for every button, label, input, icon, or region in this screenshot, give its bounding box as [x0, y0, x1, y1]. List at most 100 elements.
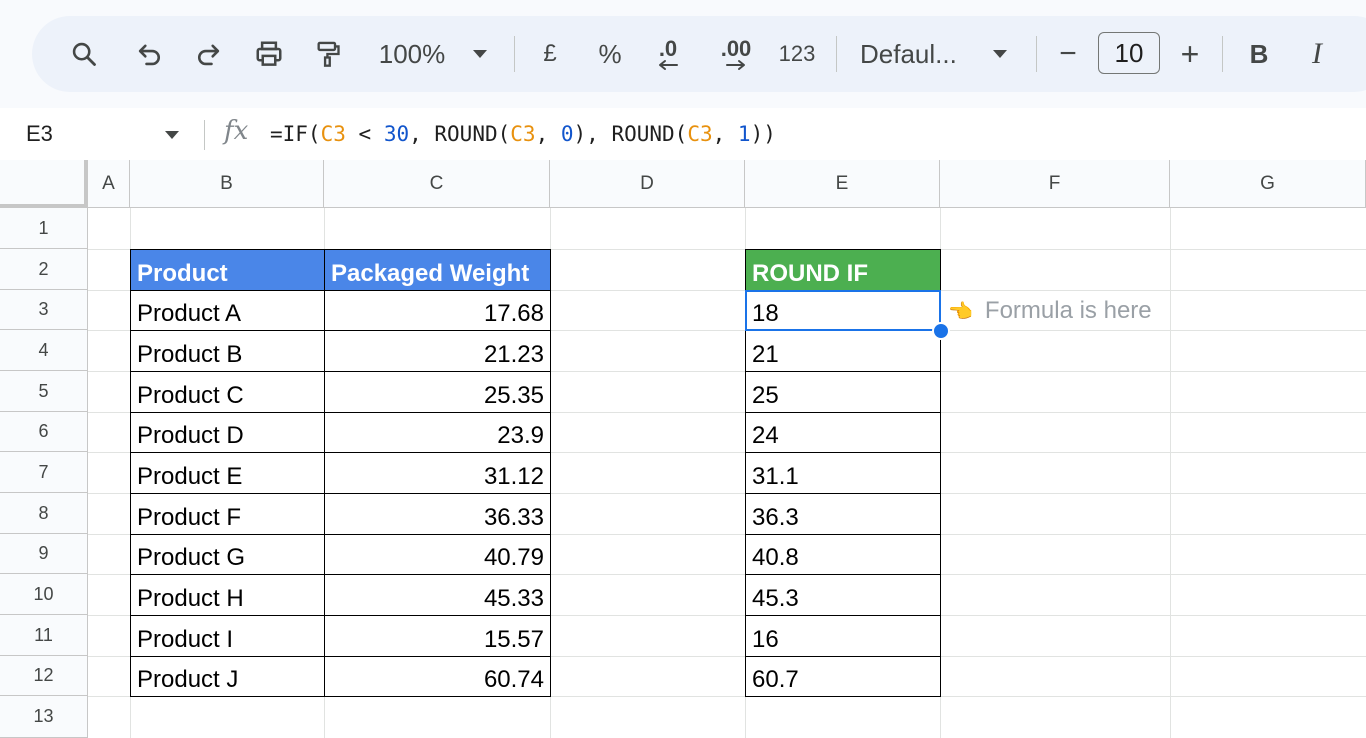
weight-cell[interactable]: 60.74: [324, 656, 551, 697]
rounded-cell[interactable]: 45.3: [745, 574, 941, 616]
rounded-cell[interactable]: 24: [745, 412, 941, 453]
undo-button[interactable]: [128, 16, 172, 92]
rounded-cell[interactable]: 60.7: [745, 656, 941, 697]
weight-cell[interactable]: 36.33: [324, 493, 551, 535]
formula-ref: C3: [510, 122, 536, 146]
product-cell[interactable]: Product D: [130, 412, 325, 453]
currency-label: £: [543, 40, 557, 67]
row-header-9[interactable]: 9: [0, 534, 88, 574]
row-header-5[interactable]: 5: [0, 371, 88, 412]
zoom-select[interactable]: 100%: [372, 16, 452, 92]
rounded-cell[interactable]: 31.1: [745, 452, 941, 494]
header-product[interactable]: Product: [130, 249, 325, 291]
formula-annotation: 👈 Formula is here: [948, 297, 1152, 325]
row-header-11[interactable]: 11: [0, 615, 88, 656]
weight-cell[interactable]: 23.9: [324, 412, 551, 453]
rounded-cell[interactable]: 36.3: [745, 493, 941, 535]
weight-cell[interactable]: 15.57: [324, 615, 551, 657]
minus-icon: −: [1059, 37, 1077, 70]
fill-handle[interactable]: [932, 322, 950, 340]
weight-cell[interactable]: 45.33: [324, 574, 551, 616]
rounded-cell[interactable]: 16: [745, 615, 941, 657]
product-cell[interactable]: Product I: [130, 615, 325, 657]
increase-decimal-label: .00: [720, 36, 752, 61]
font-size-input[interactable]: 10: [1098, 32, 1160, 74]
font-size-value: 10: [1114, 37, 1144, 68]
formula-text: )): [750, 122, 776, 146]
weight-cell[interactable]: 31.12: [324, 452, 551, 494]
column-header-g[interactable]: G: [1170, 160, 1366, 208]
column-header-b[interactable]: B: [130, 160, 324, 208]
caret-down-icon[interactable]: [164, 130, 180, 140]
formula-number: 1: [737, 122, 751, 146]
weight-cell[interactable]: 21.23: [324, 330, 551, 372]
column-header-d[interactable]: D: [550, 160, 745, 208]
bold-button[interactable]: B: [1242, 16, 1276, 92]
header-packaged-weight[interactable]: Packaged Weight: [324, 249, 551, 291]
toolbar-divider: [1222, 36, 1223, 72]
zoom-value: 100%: [378, 38, 446, 69]
row-header-8[interactable]: 8: [0, 493, 88, 534]
formula-number: 30: [383, 122, 410, 146]
zoom-dropdown[interactable]: [468, 16, 492, 92]
row-header-13[interactable]: 13: [0, 696, 88, 738]
product-cell[interactable]: Product F: [130, 493, 325, 535]
row-header-10[interactable]: 10: [0, 574, 88, 615]
toolbar-divider: [1036, 36, 1037, 72]
formula-ref: C3: [320, 122, 346, 146]
font-select[interactable]: Defaul...: [860, 16, 968, 92]
formula-input[interactable]: =IF(C3 < 30, ROUND(C3, 0), ROUND(C3, 1)): [270, 108, 776, 160]
paint-format-button[interactable]: [306, 16, 350, 92]
font-value: Defaul...: [860, 38, 957, 69]
row-header-4[interactable]: 4: [0, 330, 88, 371]
product-cell[interactable]: Product H: [130, 574, 325, 616]
column-header-e[interactable]: E: [745, 160, 940, 208]
row-header-3[interactable]: 3: [0, 290, 88, 330]
decrease-decimal-label: .0: [658, 36, 678, 61]
font-dropdown[interactable]: [988, 16, 1012, 92]
row-header-6[interactable]: 6: [0, 412, 88, 452]
italic-button[interactable]: I: [1300, 16, 1334, 92]
more-formats-button[interactable]: 123: [772, 16, 822, 92]
decrease-font-size-button[interactable]: −: [1050, 16, 1086, 92]
column-header-c[interactable]: C: [324, 160, 550, 208]
print-button[interactable]: [246, 16, 292, 92]
plus-icon: +: [1180, 35, 1200, 72]
column-header-a[interactable]: A: [88, 160, 130, 208]
select-all-corner[interactable]: [0, 160, 88, 208]
product-cell[interactable]: Product C: [130, 371, 325, 413]
decrease-decimal-button[interactable]: .0: [644, 16, 692, 92]
weight-cell[interactable]: 25.35: [324, 371, 551, 413]
rounded-cell[interactable]: 21: [745, 330, 941, 372]
formula-text: ), ROUND(: [573, 122, 688, 146]
caret-down-icon: [473, 50, 487, 58]
rounded-cell[interactable]: 25: [745, 371, 941, 413]
product-cell[interactable]: Product E: [130, 452, 325, 494]
percent-format-button[interactable]: %: [592, 16, 628, 92]
toolbar-divider: [836, 36, 837, 72]
name-box[interactable]: E3: [26, 108, 53, 160]
formula-number: 0: [560, 122, 574, 146]
rounded-cell[interactable]: 18: [745, 290, 941, 331]
increase-decimal-button[interactable]: .00: [710, 16, 762, 92]
row-header-12[interactable]: 12: [0, 656, 88, 696]
increase-font-size-button[interactable]: +: [1172, 16, 1208, 92]
column-header-f[interactable]: F: [940, 160, 1170, 208]
weight-cell[interactable]: 40.79: [324, 534, 551, 575]
cell-reference: E3: [26, 121, 53, 146]
search-menus-button[interactable]: [62, 16, 106, 92]
row-header-1[interactable]: 1: [0, 208, 88, 249]
header-round-if[interactable]: ROUND IF: [745, 249, 941, 291]
weight-cell[interactable]: 17.68: [324, 290, 551, 331]
rounded-cell[interactable]: 40.8: [745, 534, 941, 575]
grid-line: [1170, 208, 1171, 738]
product-cell[interactable]: Product G: [130, 534, 325, 575]
product-cell[interactable]: Product J: [130, 656, 325, 697]
formula-bar: E3 fx =IF(C3 < 30, ROUND(C3, 0), ROUND(C…: [0, 108, 1366, 161]
currency-format-button[interactable]: £: [532, 16, 568, 92]
row-header-7[interactable]: 7: [0, 452, 88, 493]
row-header-2[interactable]: 2: [0, 249, 88, 290]
product-cell[interactable]: Product A: [130, 290, 325, 331]
redo-button[interactable]: [186, 16, 230, 92]
product-cell[interactable]: Product B: [130, 330, 325, 372]
